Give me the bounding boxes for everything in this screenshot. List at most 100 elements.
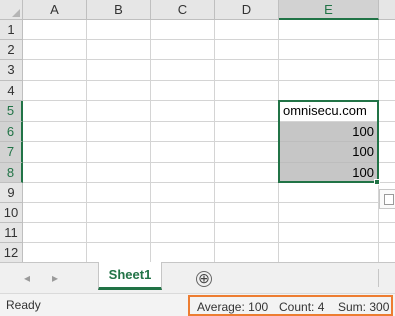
cell-e5[interactable]: omnisecu.com xyxy=(279,101,379,122)
cell-e1[interactable] xyxy=(279,20,379,40)
column-header-d[interactable]: D xyxy=(215,0,279,20)
row-header-5[interactable]: 5 xyxy=(0,101,23,122)
cell-c10[interactable] xyxy=(151,203,215,223)
fill-handle[interactable] xyxy=(374,179,380,185)
cell-b1[interactable] xyxy=(87,20,151,40)
cell-e7[interactable]: 100 xyxy=(279,142,379,163)
cell-d3[interactable] xyxy=(215,60,279,81)
cell-d12[interactable] xyxy=(215,243,279,262)
row-header-12[interactable]: 12 xyxy=(0,243,23,262)
cell-b7[interactable] xyxy=(87,142,151,163)
status-sum[interactable]: Sum: 300 xyxy=(338,300,389,314)
row-header-3[interactable]: 3 xyxy=(0,60,23,81)
cell-a1[interactable] xyxy=(23,20,87,40)
cell-a12[interactable] xyxy=(23,243,87,262)
cell-c12[interactable] xyxy=(151,243,215,262)
cell-d9[interactable] xyxy=(215,183,279,203)
add-sheet-icon[interactable]: ⊕ xyxy=(196,271,212,287)
row-header-1[interactable]: 1 xyxy=(0,20,23,40)
cell-a5[interactable] xyxy=(23,101,87,122)
cell-f3[interactable] xyxy=(379,60,395,81)
cell-d5[interactable] xyxy=(215,101,279,122)
cell-e10[interactable] xyxy=(279,203,379,223)
cell-b10[interactable] xyxy=(87,203,151,223)
cell-d7[interactable] xyxy=(215,142,279,163)
summary-stats-highlight: Average: 100 Count: 4 Sum: 300 xyxy=(188,295,393,316)
column-header-b[interactable]: B xyxy=(87,0,151,20)
row-header-9[interactable]: 9 xyxy=(0,183,23,203)
cell-e12[interactable] xyxy=(279,243,379,262)
cell-d1[interactable] xyxy=(215,20,279,40)
cell-c3[interactable] xyxy=(151,60,215,81)
cell-a11[interactable] xyxy=(23,223,87,243)
cell-c8[interactable] xyxy=(151,163,215,183)
cell-e9[interactable] xyxy=(279,183,379,203)
select-all-corner[interactable] xyxy=(0,0,23,20)
cell-a9[interactable] xyxy=(23,183,87,203)
cell-f11[interactable] xyxy=(379,223,395,243)
cell-e11[interactable] xyxy=(279,223,379,243)
cell-c7[interactable] xyxy=(151,142,215,163)
cell-f1[interactable] xyxy=(379,20,395,40)
cell-b8[interactable] xyxy=(87,163,151,183)
cell-d11[interactable] xyxy=(215,223,279,243)
cell-d4[interactable] xyxy=(215,81,279,101)
next-sheet-arrow-icon[interactable]: ▸ xyxy=(52,271,58,285)
cell-a4[interactable] xyxy=(23,81,87,101)
cell-e3[interactable] xyxy=(279,60,379,81)
column-header-e[interactable]: E xyxy=(279,0,379,20)
row-header-2[interactable]: 2 xyxy=(0,40,23,60)
previous-sheet-arrow-icon[interactable]: ◂ xyxy=(24,271,30,285)
cell-e4[interactable] xyxy=(279,81,379,101)
cell-a3[interactable] xyxy=(23,60,87,81)
cell-b11[interactable] xyxy=(87,223,151,243)
row-header-8[interactable]: 8 xyxy=(0,163,23,183)
cell-b2[interactable] xyxy=(87,40,151,60)
cell-f8[interactable] xyxy=(379,163,395,183)
status-average[interactable]: Average: 100 xyxy=(197,300,268,314)
cell-b4[interactable] xyxy=(87,81,151,101)
cell-b9[interactable] xyxy=(87,183,151,203)
worksheet-grid[interactable]: A B C D E 1 2 3 4 5 6 7 8 9 10 11 12 omn… xyxy=(0,0,395,262)
row-header-6[interactable]: 6 xyxy=(0,122,23,142)
cell-b6[interactable] xyxy=(87,122,151,142)
cell-c9[interactable] xyxy=(151,183,215,203)
cell-f7[interactable] xyxy=(379,142,395,163)
cell-a10[interactable] xyxy=(23,203,87,223)
column-header-f-partial[interactable] xyxy=(379,0,395,20)
row-header-11[interactable]: 11 xyxy=(0,223,23,243)
cell-b5[interactable] xyxy=(87,101,151,122)
column-header-c[interactable]: C xyxy=(151,0,215,20)
cell-f12[interactable] xyxy=(379,243,395,262)
row-header-7[interactable]: 7 xyxy=(0,142,23,163)
cell-c5[interactable] xyxy=(151,101,215,122)
cell-a6[interactable] xyxy=(23,122,87,142)
cell-d10[interactable] xyxy=(215,203,279,223)
cell-f6[interactable] xyxy=(379,122,395,142)
cell-d8[interactable] xyxy=(215,163,279,183)
cell-e8[interactable]: 100 xyxy=(279,163,379,183)
quick-analysis-icon[interactable] xyxy=(379,189,395,209)
cell-a7[interactable] xyxy=(23,142,87,163)
cell-a2[interactable] xyxy=(23,40,87,60)
cell-f4[interactable] xyxy=(379,81,395,101)
column-header-a[interactable]: A xyxy=(23,0,87,20)
cell-d6[interactable] xyxy=(215,122,279,142)
cell-e2[interactable] xyxy=(279,40,379,60)
cell-c1[interactable] xyxy=(151,20,215,40)
cell-f5[interactable] xyxy=(379,101,395,122)
cell-d2[interactable] xyxy=(215,40,279,60)
status-count[interactable]: Count: 4 xyxy=(279,300,324,314)
cell-c4[interactable] xyxy=(151,81,215,101)
cell-c11[interactable] xyxy=(151,223,215,243)
cell-b3[interactable] xyxy=(87,60,151,81)
cell-c2[interactable] xyxy=(151,40,215,60)
cell-a8[interactable] xyxy=(23,163,87,183)
tab-sheet1[interactable]: Sheet1 xyxy=(98,262,162,290)
row-header-4[interactable]: 4 xyxy=(0,81,23,101)
cell-c6[interactable] xyxy=(151,122,215,142)
row-header-10[interactable]: 10 xyxy=(0,203,23,223)
cell-b12[interactable] xyxy=(87,243,151,262)
cell-f2[interactable] xyxy=(379,40,395,60)
cell-e6[interactable]: 100 xyxy=(279,122,379,142)
